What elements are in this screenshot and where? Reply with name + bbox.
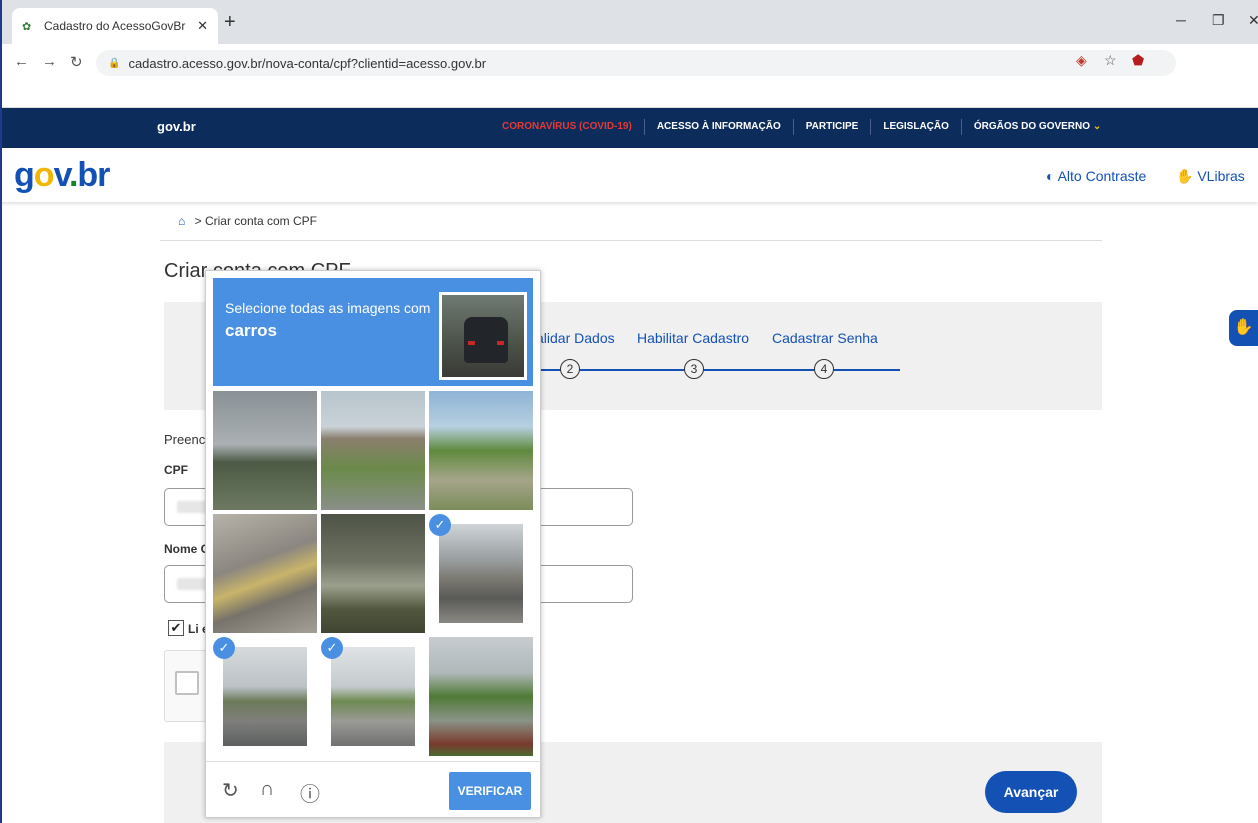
recaptcha-checkbox[interactable] [175, 671, 199, 695]
cpf-label: CPF [164, 463, 188, 477]
captcha-tile-9[interactable] [429, 637, 533, 756]
ublock-extension-icon[interactable]: ⬟ [1132, 52, 1144, 69]
captcha-object: carros [225, 321, 277, 340]
captcha-tile-3[interactable] [429, 391, 533, 510]
govbr-logo[interactable]: gov.br [14, 156, 110, 195]
browser-toolbar: ← → ↻ 🔒 cadastro.acesso.gov.br/nova-cont… [0, 44, 1258, 80]
link-covid[interactable]: CORONAVÍRUS (COVID-19) [490, 119, 645, 135]
captcha-challenge: Selecione todas as imagens com carros ✓ … [205, 270, 542, 819]
captcha-tile-2[interactable] [321, 391, 425, 510]
divider [160, 240, 1102, 241]
step-label-cadastrar: Cadastrar Senha [772, 330, 878, 346]
captcha-grid: ✓ ✓ ✓ [213, 391, 533, 756]
browser-tab[interactable]: ✿ Cadastro do AcessoGovBr ✕ [12, 8, 218, 44]
close-tab-icon[interactable]: ✕ [197, 18, 208, 34]
sign-language-icon: ✋ [1176, 168, 1194, 184]
lock-icon: 🔒 [108, 57, 121, 69]
bookmark-star-icon[interactable]: ☆ [1104, 52, 1117, 69]
translate-extension-icon[interactable]: ◈ [1076, 52, 1087, 69]
contrast-icon: ◐ [1046, 168, 1055, 184]
vlibras-widget-icon[interactable]: ✋ [1229, 310, 1258, 346]
captcha-footer: ↻ ∩ ⓘ VERIFICAR [206, 761, 542, 819]
favicon-icon: ✿ [22, 21, 32, 33]
back-icon[interactable]: ← [14, 53, 29, 70]
gov-small-logo[interactable]: gov.br [157, 119, 196, 134]
new-tab-icon[interactable]: + [224, 12, 236, 32]
step-circle-3: 3 [684, 359, 704, 379]
high-contrast-toggle[interactable]: ◐ Alto Contraste [1046, 168, 1146, 184]
vlibras-link[interactable]: ✋ VLibras [1176, 168, 1245, 185]
forward-icon[interactable]: → [42, 53, 57, 70]
selected-check-icon: ✓ [429, 514, 451, 536]
audio-challenge-icon[interactable]: ∩ [260, 778, 274, 801]
step-progress-line [536, 369, 900, 371]
name-label: Nome C [164, 542, 210, 556]
captcha-sample-image [439, 292, 527, 380]
link-acesso-informacao[interactable]: ACESSO À INFORMAÇÃO [645, 119, 794, 135]
captcha-tile-7[interactable]: ✓ [213, 637, 317, 756]
next-button[interactable]: Avançar [985, 771, 1077, 813]
terms-checkbox[interactable]: ✔ [168, 620, 184, 636]
reload-icon[interactable]: ↻ [70, 53, 83, 71]
step-label-habilitar: Habilitar Cadastro [637, 330, 750, 346]
breadcrumb-current: Criar conta com CPF [204, 214, 317, 228]
site-header: gov.br ◐ Alto Contraste ✋ VLibras [0, 148, 1258, 202]
link-participe[interactable]: PARTICIPE [794, 119, 872, 135]
captcha-header: Selecione todas as imagens com carros [213, 278, 533, 386]
home-icon[interactable]: ⌂ [178, 214, 185, 228]
gov-links: CORONAVÍRUS (COVID-19) ACESSO À INFORMAÇ… [490, 119, 1113, 135]
step-circle-2: 2 [560, 359, 580, 379]
step-label-validar: alidar Dados [536, 330, 615, 346]
captcha-tile-5[interactable] [321, 514, 425, 633]
captcha-tile-8[interactable]: ✓ [321, 637, 425, 756]
minimize-icon[interactable]: ─ [1176, 12, 1186, 28]
address-bar[interactable]: 🔒 cadastro.acesso.gov.br/nova-conta/cpf?… [96, 50, 1176, 76]
step-circle-4: 4 [814, 359, 834, 379]
link-orgaos-governo[interactable]: ÓRGÃOS DO GOVERNO ⌄ [962, 119, 1113, 135]
url-text: cadastro.acesso.gov.br/nova-conta/cpf?cl… [128, 55, 487, 71]
browser-tab-bar: ✿ Cadastro do AcessoGovBr ✕ + ─ ❐ ✕ [0, 0, 1258, 44]
gov-top-bar: gov.br CORONAVÍRUS (COVID-19) ACESSO À I… [0, 108, 1258, 148]
captcha-tile-6[interactable]: ✓ [429, 514, 533, 633]
selected-check-icon: ✓ [321, 637, 343, 659]
captcha-tile-1[interactable] [213, 391, 317, 510]
link-legislacao[interactable]: LEGISLAÇÃO [871, 119, 962, 135]
captcha-instruction: Selecione todas as imagens com [225, 300, 431, 316]
selected-check-icon: ✓ [213, 637, 235, 659]
form-intro: Preenc [164, 432, 206, 447]
restore-icon[interactable]: ❐ [1212, 12, 1225, 29]
close-window-icon[interactable]: ✕ [1248, 12, 1258, 29]
info-icon[interactable]: ⓘ [300, 778, 320, 807]
breadcrumb-separator: > [194, 214, 202, 228]
verify-button[interactable]: VERIFICAR [449, 772, 531, 810]
bookmarks-bar [0, 80, 1258, 108]
reload-challenge-icon[interactable]: ↻ [222, 778, 239, 803]
breadcrumb: ⌂ > Criar conta com CPF [178, 214, 317, 228]
captcha-tile-4[interactable] [213, 514, 317, 633]
tab-title: Cadastro do AcessoGovBr [44, 19, 186, 33]
